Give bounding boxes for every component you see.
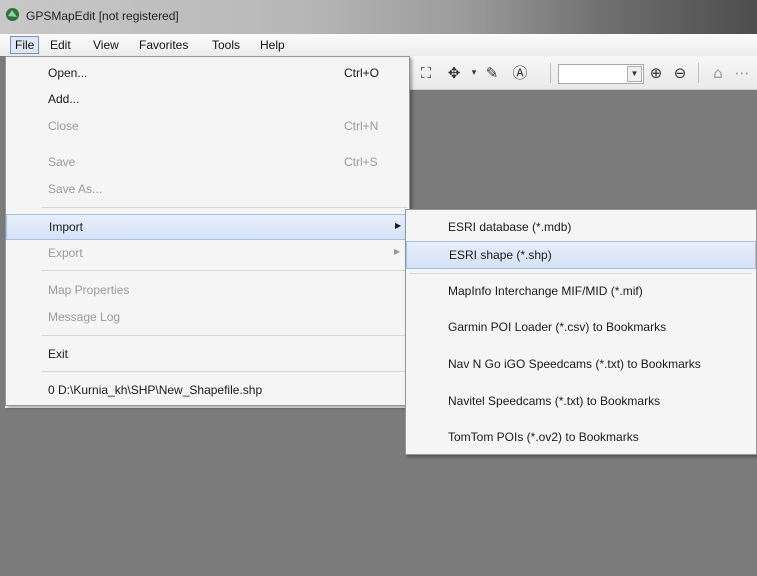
edit-node-icon[interactable]: ✎ [482,63,502,83]
submenu-item-esri-database[interactable]: ESRI database (*.mdb) [406,214,756,242]
shortcut-label: Ctrl+O [344,66,380,80]
chevron-down-icon[interactable]: ▼ [627,66,642,82]
menu-view[interactable]: View [89,37,123,53]
submenu-item-garmin-poi[interactable]: Garmin POI Loader (*.csv) to Bookmarks [406,314,756,342]
menu-help[interactable]: Help [256,37,289,53]
menu-item-label: Save [48,155,76,169]
toolbar-extra-icon[interactable]: ⌂ [708,63,728,83]
shortcut-label: Ctrl+S [344,155,378,169]
menu-item-export[interactable]: Export ▶ [6,241,409,267]
submenu-item-navitel-speedcams[interactable]: Navitel Speedcams (*.txt) to Bookmarks [406,388,756,416]
select-tool-icon[interactable]: ⛶ [416,63,436,83]
menu-item-map-properties[interactable]: Map Properties [6,278,409,304]
toolbar-separator [698,63,699,83]
menu-item-label: Garmin POI Loader (*.csv) to Bookmarks [448,320,667,334]
menu-item-add[interactable]: Add... [6,87,409,113]
menu-item-save-as[interactable]: Save As... [6,177,409,203]
menu-item-close[interactable]: Close Ctrl+N [6,114,409,140]
menu-item-label: Navitel Speedcams (*.txt) to Bookmarks [448,394,661,408]
menu-edit[interactable]: Edit [46,37,75,53]
toolbar: ⛶ ✥ ▾ ✎ Ⓐ ▼ ⊕ ⊖ ⌂ ⋯ [410,56,757,90]
menu-separator [410,273,752,274]
menu-bar: File Edit View Favorites Tools Help [0,34,757,57]
menu-item-label: Close [48,119,79,133]
menu-item-label: Exit [48,347,69,361]
menu-favorites[interactable]: Favorites [135,37,192,53]
menu-item-label: TomTom POIs (*.ov2) to Bookmarks [448,430,639,444]
window-title: GPSMapEdit [not registered] [26,9,179,23]
menu-item-label: MapInfo Interchange MIF/MID (*.mif) [448,284,643,298]
menu-separator [42,207,407,208]
chevron-right-icon: ▶ [395,221,402,230]
menu-item-label: Add... [48,92,80,106]
zoom-in-icon[interactable]: ⊕ [646,63,666,83]
menu-tools[interactable]: Tools [208,37,244,53]
menu-item-label: ESRI shape (*.shp) [449,248,552,262]
import-submenu: ESRI database (*.mdb) ESRI shape (*.shp)… [405,209,757,455]
zoom-combo[interactable]: ▼ [558,64,644,84]
zoom-out-icon[interactable]: ⊖ [670,63,690,83]
menu-item-label: Nav N Go iGO Speedcams (*.txt) to Bookma… [448,357,701,371]
menu-item-exit[interactable]: Exit [6,342,409,368]
map-workspace[interactable] [0,408,410,576]
menu-item-import[interactable]: Import ▶ [6,214,409,240]
submenu-item-mapinfo[interactable]: MapInfo Interchange MIF/MID (*.mif) [406,278,756,306]
menu-item-label: ESRI database (*.mdb) [448,220,572,234]
submenu-item-navngo-speedcams[interactable]: Nav N Go iGO Speedcams (*.txt) to Bookma… [406,351,756,379]
menu-item-label: Open... [48,66,88,80]
menu-item-label: Map Properties [48,283,130,297]
menu-item-message-log[interactable]: Message Log [6,305,409,331]
menu-separator [42,270,407,271]
menu-item-label: Save As... [48,182,103,196]
menu-item-recent-file[interactable]: 0 D:\Kurnia_kh\SHP\New_Shapefile.shp [6,378,409,404]
menu-file[interactable]: File [10,36,40,54]
submenu-item-esri-shape[interactable]: ESRI shape (*.shp) [406,241,756,269]
menu-item-label: Export [48,246,83,260]
menu-separator [42,371,407,372]
shortcut-label: Ctrl+N [344,119,379,133]
label-tool-icon[interactable]: Ⓐ [510,63,530,83]
menu-item-label: Import [49,220,84,234]
toolbar-separator [550,63,551,83]
toolbar-extra-icon[interactable]: ⋯ [732,63,752,83]
menu-item-label: 0 D:\Kurnia_kh\SHP\New_Shapefile.shp [48,383,263,397]
menu-item-open[interactable]: Open... Ctrl+O [6,61,409,87]
chevron-right-icon: ▶ [394,247,401,256]
pan-tool-icon[interactable]: ✥ [444,63,464,83]
dropdown-arrow-icon[interactable]: ▾ [464,63,484,83]
menu-item-label: Message Log [48,310,121,324]
app-logo-icon [6,8,19,21]
menu-separator [42,335,407,336]
menu-item-save[interactable]: Save Ctrl+S [6,150,409,176]
file-menu-dropdown: Open... Ctrl+O Add... Close Ctrl+N Save … [5,56,410,406]
title-bar: GPSMapEdit [not registered] [0,0,757,34]
submenu-item-tomtom-pois[interactable]: TomTom POIs (*.ov2) to Bookmarks [406,424,756,452]
